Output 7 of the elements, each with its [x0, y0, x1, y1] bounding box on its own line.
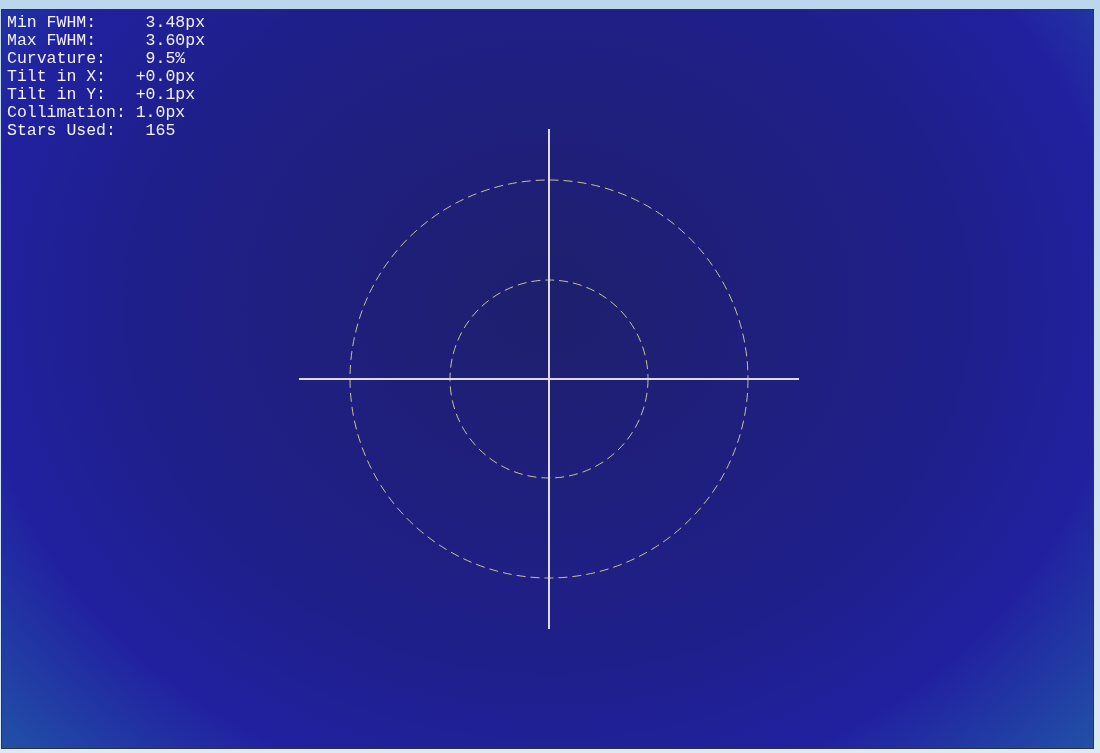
stat-line: Max FWHM: 3.60px — [7, 32, 206, 50]
stat-line: Tilt in X: +0.0px — [7, 68, 196, 86]
stat-line: Stars Used: 165 — [7, 122, 176, 140]
stat-line: Min FWHM: 3.48px — [7, 14, 206, 32]
stat-line: Collimation: 1.0px — [7, 104, 186, 122]
stat-line: Curvature: 9.5% — [7, 50, 186, 68]
stat-line: Tilt in Y: +0.1px — [7, 86, 196, 104]
